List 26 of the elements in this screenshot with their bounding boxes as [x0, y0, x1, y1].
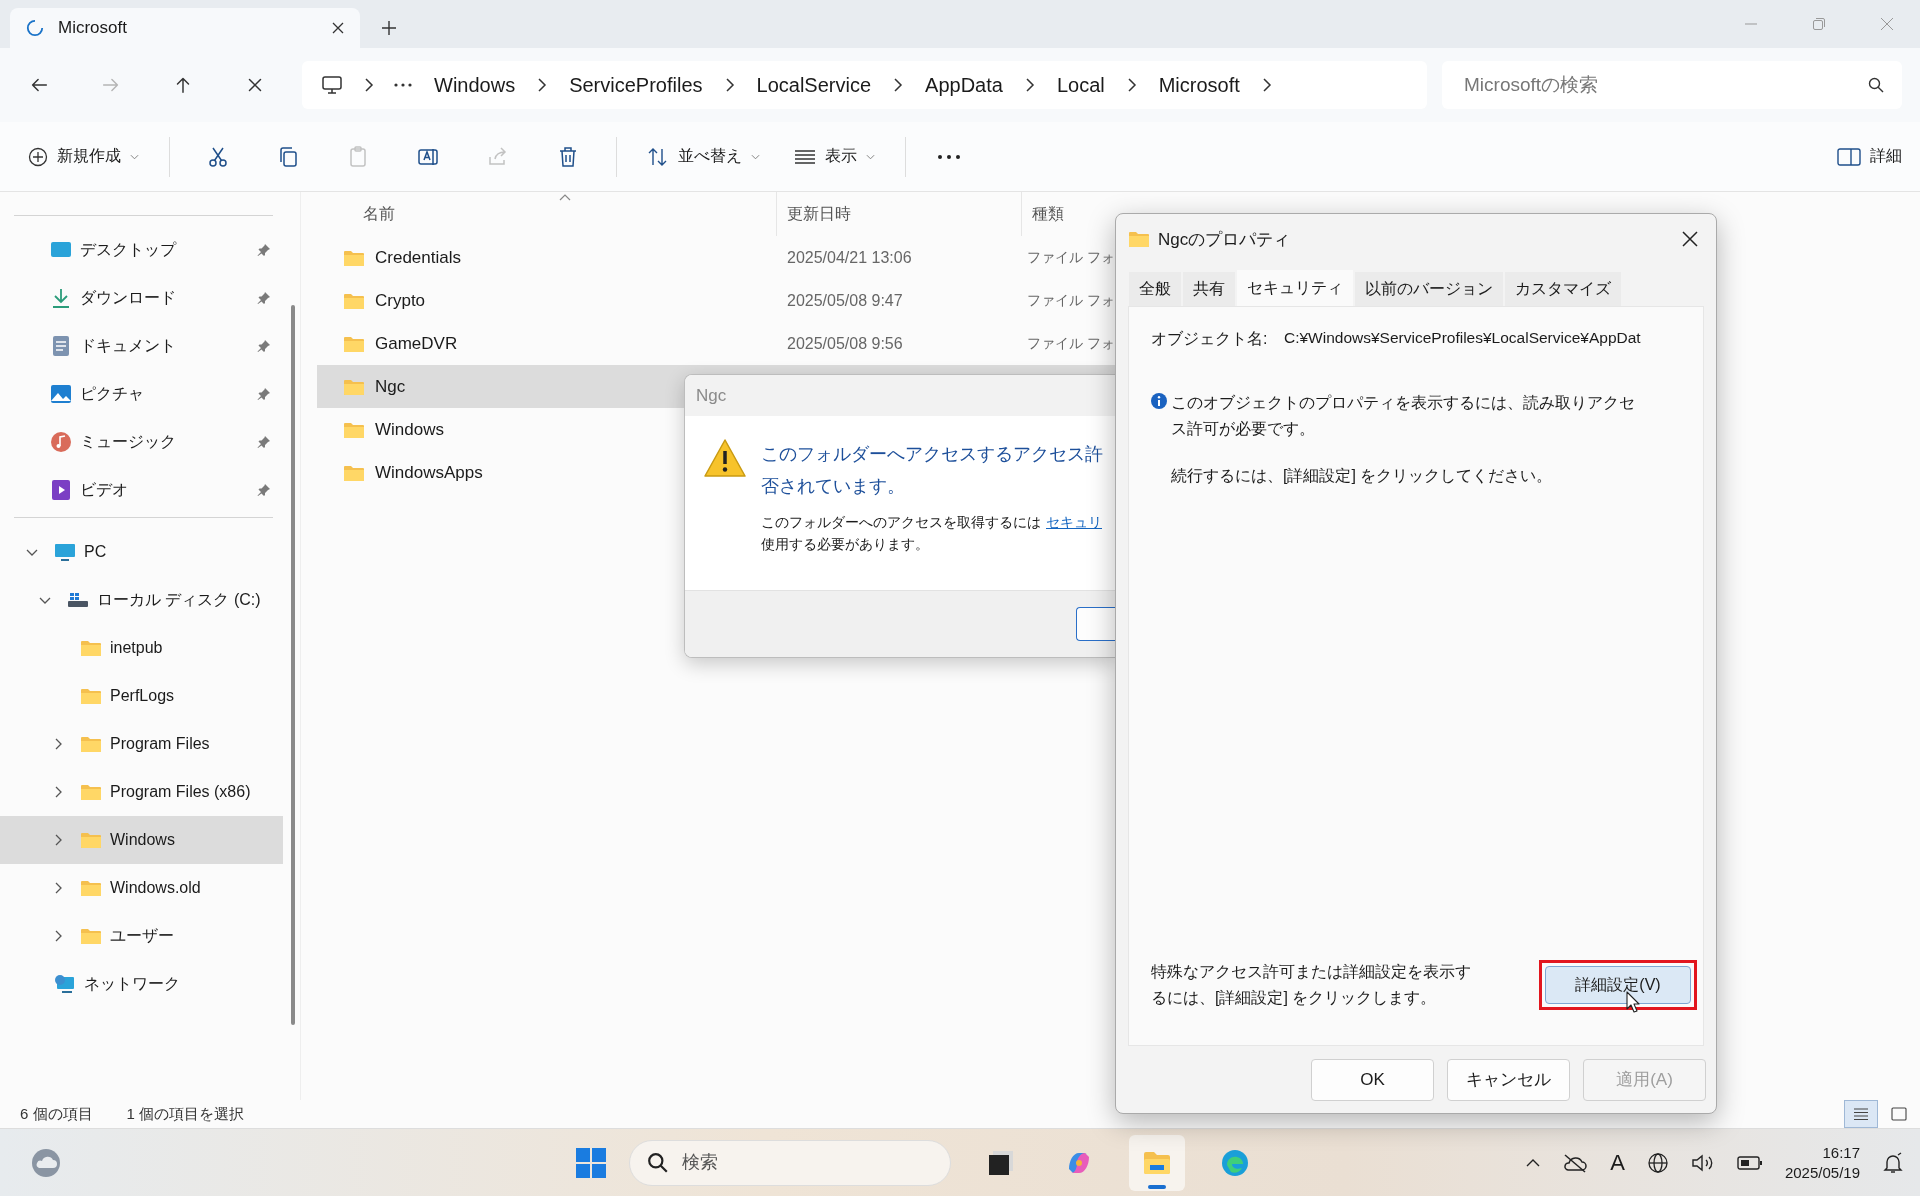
error-heading: 否されています。	[761, 475, 906, 498]
file-name: WindowsApps	[375, 462, 483, 483]
modified-date: 2025/05/08 9:56	[787, 334, 903, 352]
error-message: 使用する必要があります。	[761, 536, 930, 554]
info-message: このオブジェクトのプロパティを表示するには、読み取りアクセス許可が必要です。	[1171, 393, 1636, 439]
item-count: 6 個の項目	[20, 1104, 93, 1124]
file-type: ファイル フォ	[1027, 334, 1115, 351]
error-message: このフォルダーへのアクセスを取得するには	[761, 514, 1041, 532]
object-path: C:¥Windows¥ServiceProfiles¥LocalService¥AppDat	[1284, 329, 1641, 348]
file-name: GameDVR	[375, 333, 458, 354]
dialog-title: Ngcのプロパティ	[1158, 228, 1291, 251]
modified-date: 2025/04/21 13:06	[787, 248, 912, 266]
error-heading: このフォルダーへアクセスするアクセス許	[761, 443, 1103, 466]
selection-count: 1 個の項目を選択	[126, 1104, 245, 1124]
dialog-title: Ngc	[685, 375, 1116, 416]
tab-title: Microsoft	[58, 18, 128, 38]
advanced-description: 特殊なアクセス許可または詳細設定を表示するには、[詳細設定] をクリックします。	[1151, 962, 1472, 1008]
object-name-label: オブジェクト名:	[1151, 329, 1269, 349]
file-name: Ngc	[375, 376, 406, 397]
modified-date: 2025/05/08 9:47	[787, 291, 903, 309]
file-type: ファイル フォ	[1027, 248, 1115, 265]
instruction-text: 続行するには、[詳細設定] をクリックしてください。	[1171, 466, 1554, 486]
file-type: ファイル フォ	[1027, 291, 1115, 308]
file-name: Windows	[375, 419, 444, 440]
file-name: Credentials	[375, 247, 461, 268]
file-name: Crypto	[375, 290, 426, 311]
